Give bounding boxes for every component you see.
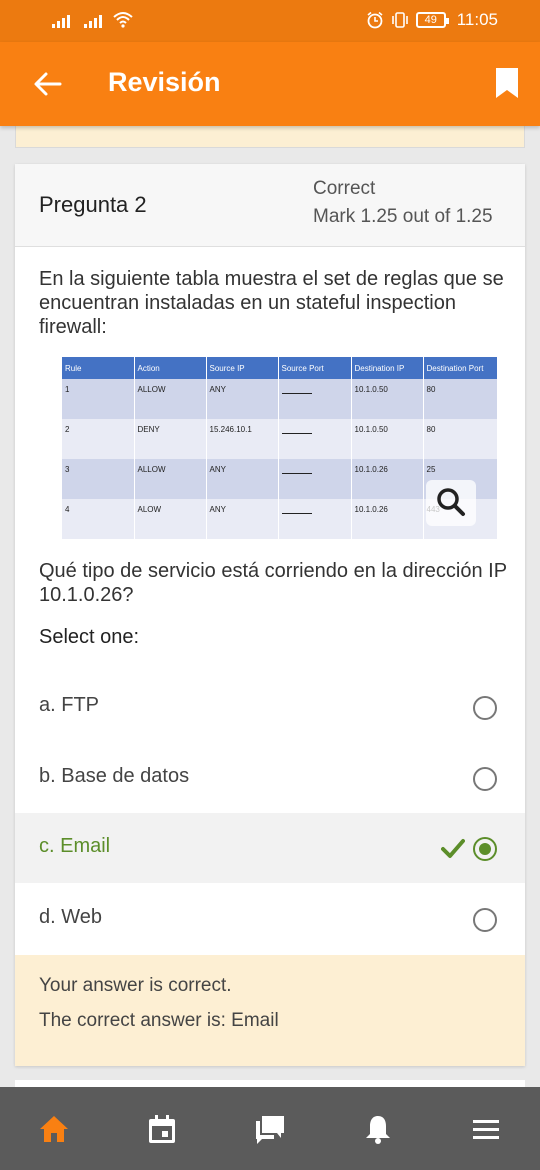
- radio-button[interactable]: [473, 908, 497, 932]
- table-cell: ANY: [206, 459, 279, 499]
- signal-icon: [52, 12, 70, 28]
- checkmark-icon: [441, 839, 465, 858]
- radio-button[interactable]: [473, 837, 497, 861]
- home-icon[interactable]: [38, 1113, 70, 1145]
- table-cell: 15.246.10.1: [206, 419, 279, 459]
- question-card: Pregunta 2 Correct Mark 1.25 out of 1.25…: [15, 164, 525, 1066]
- blank-line: [281, 433, 312, 434]
- table-header: Destination Port: [423, 357, 498, 379]
- table-cell: 10.1.0.26: [351, 499, 424, 539]
- blank-line: [281, 473, 312, 474]
- table-cell: 10.1.0.50: [351, 419, 424, 459]
- option-label: a. FTP: [39, 694, 100, 716]
- table-cell: 4: [62, 499, 135, 539]
- table-row: 2 DENY 15.246.10.1 10.1.0.50 80: [62, 419, 498, 459]
- table-cell: 2: [62, 419, 135, 459]
- table-row: 1 ALLOW ANY 10.1.0.50 80: [62, 379, 498, 419]
- option-a[interactable]: a. FTP: [15, 672, 525, 742]
- signal-indicators: [52, 10, 134, 28]
- option-label: d. Web: [39, 906, 102, 928]
- arrow-left-icon[interactable]: [32, 68, 64, 100]
- question-prompt: Qué tipo de servicio está corriendo en l…: [39, 560, 507, 606]
- feedback-panel: Your answer is correct. The correct answ…: [15, 955, 525, 1066]
- table-cell: 3: [62, 459, 135, 499]
- question-state: Correct: [313, 178, 376, 199]
- app-bar: Revisión: [0, 42, 540, 126]
- table-cell: ALLOW: [134, 459, 207, 499]
- table-cell: 10.1.0.26: [351, 459, 424, 499]
- status-right: 49 11:05: [366, 10, 498, 30]
- table-cell: [278, 419, 352, 459]
- wifi-icon: [113, 12, 133, 28]
- table-cell: [278, 459, 352, 499]
- notifications-icon[interactable]: [362, 1113, 394, 1145]
- option-b[interactable]: b. Base de datos: [15, 743, 525, 813]
- feedback-correct-answer: The correct answer is: Email: [39, 1010, 279, 1031]
- table-cell: ANY: [206, 499, 279, 539]
- table-cell: 10.1.0.50: [351, 379, 424, 419]
- select-one-label: Select one:: [39, 626, 140, 648]
- table-cell: [278, 379, 352, 419]
- bookmark-icon[interactable]: [496, 68, 518, 98]
- blank-line: [281, 393, 312, 394]
- calendar-icon[interactable]: [146, 1113, 178, 1145]
- bottom-nav: [0, 1087, 540, 1170]
- feedback-result: Your answer is correct.: [39, 975, 232, 996]
- page-title: Revisión: [108, 67, 221, 97]
- radio-button[interactable]: [473, 696, 497, 720]
- menu-icon[interactable]: [470, 1113, 502, 1145]
- clock: 11:05: [456, 10, 498, 29]
- question-number: Pregunta 2: [39, 192, 147, 217]
- question-text: En la siguiente tabla muestra el set de …: [39, 268, 504, 338]
- table-cell: ANY: [206, 379, 279, 419]
- table-header: Source IP: [206, 357, 279, 379]
- table-header: Source Port: [278, 357, 352, 379]
- vibrate-icon: [391, 12, 408, 28]
- battery-icon: 49: [415, 12, 449, 28]
- table-cell: 80: [423, 379, 498, 419]
- option-label: c. Email: [39, 835, 111, 857]
- table-cell: 80: [423, 419, 498, 459]
- table-header: Action: [134, 357, 207, 379]
- magnifier-icon[interactable]: [426, 480, 476, 526]
- question-mark: Mark 1.25 out of 1.25: [313, 206, 493, 227]
- table-header-row: Rule Action Source IP Source Port Destin…: [62, 357, 498, 379]
- option-label: b. Base de datos: [39, 765, 190, 787]
- table-cell: ALLOW: [134, 379, 207, 419]
- table-cell: ALOW: [134, 499, 207, 539]
- radio-button[interactable]: [473, 767, 497, 791]
- option-c[interactable]: c. Email: [15, 813, 525, 883]
- table-cell: DENY: [134, 419, 207, 459]
- signal-icon: [84, 12, 102, 28]
- question-header: Pregunta 2 Correct Mark 1.25 out of 1.25: [15, 164, 525, 247]
- blank-line: [281, 513, 312, 514]
- table-cell: [278, 499, 352, 539]
- table-cell: 1: [62, 379, 135, 419]
- table-header: Destination IP: [351, 357, 424, 379]
- messages-icon[interactable]: [254, 1113, 286, 1145]
- table-header: Rule: [62, 357, 135, 379]
- option-d[interactable]: d. Web: [15, 884, 525, 954]
- status-bar: 49 11:05: [0, 0, 540, 42]
- alarm-icon: [367, 11, 383, 29]
